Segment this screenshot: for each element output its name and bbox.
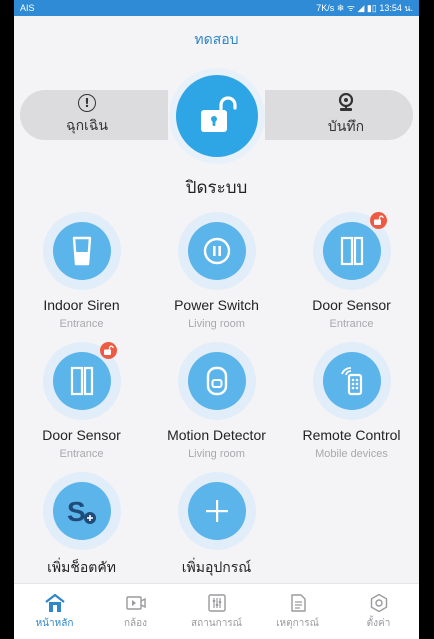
door-sensor-icon [340,236,363,266]
device-tile[interactable]: Indoor Siren Entrance [14,212,149,332]
add-shortcut-label: เพิ่มช็อตคัท [47,560,116,576]
emergency-button[interactable]: ! ฉุกเฉิน [20,90,168,140]
nav-scenes[interactable]: สถานการณ์ [176,584,257,639]
power-switch-icon [203,237,230,265]
record-button[interactable]: บันทึก [265,90,413,140]
status-bar: AIS 7K/s ❄ ᯤ ◢ ▮▯ 13:54 น. [14,0,419,16]
add-device-tile[interactable]: เพิ่มอุปกรณ์ [149,472,284,579]
home-icon [44,593,65,612]
status-indicators: 7K/s ❄ ᯤ ◢ ▮▯ 13:54 น. [316,3,413,13]
plus-icon [205,500,228,522]
events-icon [290,593,306,612]
disarm-toggle-button[interactable] [168,68,265,164]
device-tile[interactable]: Motion Detector Living room [149,342,284,462]
device-name: Door Sensor [42,427,121,443]
door-sensor-icon [70,366,93,396]
unlock-badge-icon [103,345,114,355]
motion-detector-icon [206,366,227,396]
unlock-badge-icon [373,215,384,225]
device-room: Entrance [329,318,374,330]
device-name: Remote Control [302,427,401,443]
page-title: ทดสอบ [194,32,239,48]
webcam-icon [338,92,354,111]
unlocked-badge [99,342,117,359]
device-tile[interactable]: Remote Control Mobile devices [284,342,419,462]
nav-events[interactable]: เหตุการณ์ [257,584,338,639]
nav-settings[interactable]: ตั้งค่า [338,584,419,639]
svg-text:S: S [67,496,86,527]
bottom-navigation: หน้าหลัก กล้อง สถานการณ์ เหตุการณ์ ตั้งค… [14,583,419,639]
nav-label: สถานการณ์ [191,617,242,629]
device-tile[interactable]: Power Switch Living room [149,212,284,332]
system-state-label: ปิดระบบ [185,178,248,198]
app-screen: AIS 7K/s ❄ ᯤ ◢ ▮▯ 13:54 น. ทดสอบ ! ฉุกเฉ… [14,0,419,639]
emergency-label: ฉุกเฉิน [66,117,108,134]
device-room: Living room [188,318,245,330]
device-room: Entrance [59,448,104,460]
add-shortcut-tile[interactable]: S เพิ่มช็อตคัท [14,472,149,579]
scene-icon [207,593,226,612]
header: ทดสอบ [14,16,419,64]
device-name: Door Sensor [312,297,391,313]
remote-control-icon [340,367,362,396]
carrier-label: AIS [20,3,35,13]
siren-icon [72,236,91,266]
alert-icon: ! [78,93,96,112]
shortcut-add-icon: S [67,496,96,527]
device-name: Power Switch [174,297,259,313]
nav-camera[interactable]: กล้อง [95,584,176,639]
device-room: Living room [188,448,245,460]
nav-label: เหตุการณ์ [276,617,319,629]
settings-icon [370,593,387,612]
device-room: Entrance [59,318,104,330]
device-room: Mobile devices [315,448,388,460]
unlock-icon [200,96,237,132]
device-tile[interactable]: Door Sensor Entrance [284,212,419,332]
device-name: Motion Detector [167,427,266,443]
nav-home[interactable]: หน้าหลัก [14,584,95,639]
arm-control: ! ฉุกเฉิน บันทึก [14,68,419,164]
nav-label: กล้อง [123,617,148,629]
camera-icon [125,595,146,610]
nav-label: ตั้งค่า [366,617,391,629]
device-tile[interactable]: Door Sensor Entrance [14,342,149,462]
device-name: Indoor Siren [43,297,120,313]
record-label: บันทึก [327,118,365,135]
add-device-label: เพิ่มอุปกรณ์ [181,560,252,576]
nav-label: หน้าหลัก [35,617,74,629]
device-grid: Indoor Siren Entrance Power Switch Livin… [14,198,419,579]
unlocked-badge [369,212,387,229]
